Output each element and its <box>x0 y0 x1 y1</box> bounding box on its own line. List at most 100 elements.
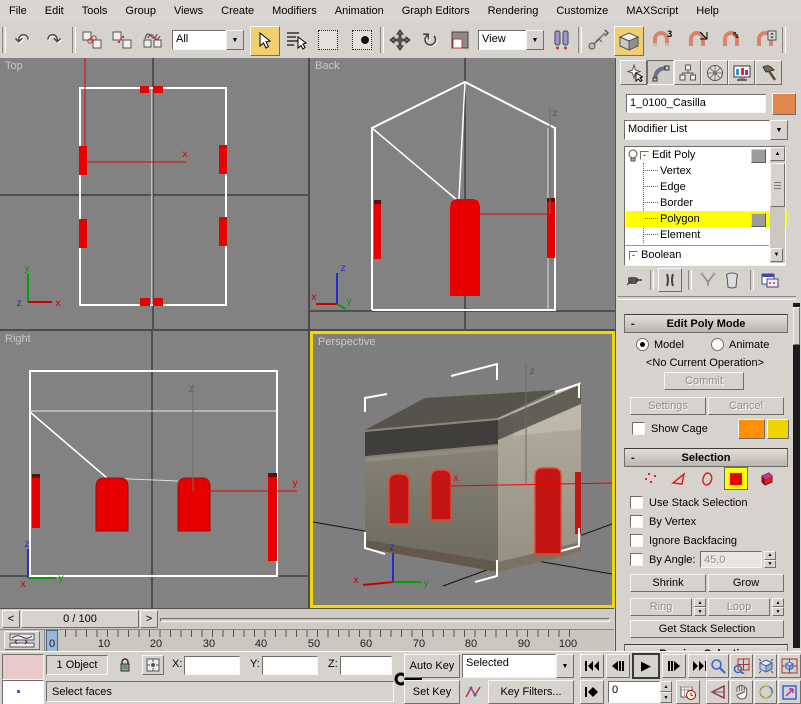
next-frame-button[interactable] <box>662 654 686 678</box>
time-slider-prev-button[interactable]: < <box>2 610 20 628</box>
menu-file[interactable]: File <box>0 2 36 20</box>
auto-key-button[interactable]: Auto Key <box>404 654 460 678</box>
stack-scrollbar[interactable]: ▲ ▼ <box>770 147 785 263</box>
time-slider-track[interactable] <box>160 618 610 622</box>
viewport-top[interactable]: Top x y x z <box>0 58 308 329</box>
menu-group[interactable]: Group <box>116 2 165 20</box>
default-in-out-tangents-button[interactable] <box>462 680 484 704</box>
selection-lock-toggle[interactable] <box>114 655 136 675</box>
tab-motion[interactable] <box>701 60 728 85</box>
stack-item-edit-poly[interactable]: - Edit Poly <box>626 147 754 163</box>
menu-modifiers[interactable]: Modifiers <box>263 2 326 20</box>
panel-scrollbar[interactable] <box>793 303 800 648</box>
snaps-toggle-button[interactable] <box>614 26 644 56</box>
vertex-subobject-button[interactable] <box>640 469 662 489</box>
spinner-down-icon[interactable]: ▼ <box>764 560 776 569</box>
commit-button[interactable]: Commit <box>664 372 744 390</box>
zoom-all-button[interactable] <box>730 654 753 678</box>
menu-create[interactable]: Create <box>212 2 263 20</box>
bind-to-space-warp-button[interactable] <box>138 27 166 53</box>
tab-hierarchy[interactable] <box>674 60 701 85</box>
menu-graph-editors[interactable]: Graph Editors <box>393 2 479 20</box>
spinner-up-icon[interactable]: ▲ <box>772 598 784 607</box>
rectangular-selection-region-button[interactable] <box>314 27 342 53</box>
time-slider-next-button[interactable]: > <box>140 610 158 628</box>
dropdown-arrow-icon[interactable]: ▼ <box>556 654 574 678</box>
time-slider-handle[interactable]: 0 / 100 <box>21 610 139 628</box>
cancel-button[interactable]: Cancel <box>708 397 784 415</box>
spinner-down-icon[interactable]: ▼ <box>660 692 672 703</box>
animate-radio[interactable]: Animate <box>711 338 769 351</box>
menu-rendering[interactable]: Rendering <box>479 2 548 20</box>
menu-edit[interactable]: Edit <box>36 2 73 20</box>
spinner-up-icon[interactable]: ▲ <box>660 681 672 692</box>
undo-button[interactable]: ↶ <box>8 27 36 53</box>
arc-rotate-button[interactable] <box>754 680 777 704</box>
show-cage-checkbox[interactable]: Show Cage <box>632 422 708 435</box>
configure-modifier-sets-button[interactable] <box>758 268 782 292</box>
spinner-snap-toggle-button[interactable] <box>752 27 780 53</box>
border-subobject-button[interactable] <box>696 469 718 489</box>
viewport-top-label[interactable]: Top <box>5 60 23 72</box>
tab-modify[interactable] <box>647 60 674 85</box>
absolute-offset-mode-toggle[interactable] <box>142 655 164 675</box>
menu-views[interactable]: Views <box>165 2 212 20</box>
rollout-edit-poly-mode[interactable]: - Edit Poly Mode <box>624 314 788 333</box>
play-animation-button[interactable]: ▶ <box>632 653 660 679</box>
pin-stack-button[interactable] <box>622 268 646 292</box>
cage-color-swatch[interactable] <box>738 419 765 439</box>
spinner-down-icon[interactable]: ▼ <box>694 607 706 616</box>
ring-spinner[interactable]: ▲▼ <box>694 598 706 616</box>
select-and-move-button[interactable] <box>386 27 414 53</box>
time-configuration-button[interactable] <box>676 680 700 704</box>
maximize-viewport-toggle-button[interactable] <box>778 680 801 704</box>
by-angle-spinner[interactable]: ▲▼ <box>764 551 776 568</box>
stack-item-element[interactable]: Element <box>626 227 773 243</box>
viewport-right-canvas[interactable]: y z z y x <box>0 331 308 608</box>
show-end-result-button[interactable] <box>658 268 682 292</box>
ring-button[interactable]: Ring <box>630 598 692 616</box>
use-pivot-point-center-button[interactable] <box>548 27 576 53</box>
scroll-down-icon[interactable]: ▼ <box>770 248 783 262</box>
scroll-up-icon[interactable]: ▲ <box>770 147 785 161</box>
key-filter-mode-dropdown[interactable]: Selected ▼ <box>462 654 574 678</box>
collapse-box-icon[interactable]: - <box>629 251 638 260</box>
rollout-selection[interactable]: - Selection <box>624 448 788 467</box>
spinner-up-icon[interactable]: ▲ <box>694 598 706 607</box>
loop-button[interactable]: Loop <box>708 598 770 616</box>
percent-snap-toggle-button[interactable]: % <box>718 27 746 53</box>
spinner-down-icon[interactable]: ▼ <box>772 607 784 616</box>
select-object-button[interactable] <box>250 26 280 56</box>
window-crossing-toggle-button[interactable] <box>348 27 376 53</box>
modifier-list-dropdown[interactable]: Modifier List ▼ <box>624 120 788 140</box>
use-stack-selection-checkbox[interactable]: Use Stack Selection <box>630 496 747 509</box>
zoom-extents-button[interactable] <box>754 654 777 678</box>
by-angle-field[interactable]: 45,0 <box>700 551 762 568</box>
key-filters-button[interactable]: Key Filters... <box>488 680 574 704</box>
select-and-link-button[interactable] <box>78 27 106 53</box>
visibility-bulb-icon[interactable] <box>627 149 639 162</box>
cage-selected-color-swatch[interactable] <box>767 419 789 439</box>
settings-button[interactable]: Settings <box>630 397 706 415</box>
collapse-box-icon[interactable]: - <box>640 151 649 160</box>
set-key-button[interactable]: Set Key <box>404 680 460 704</box>
select-by-name-button[interactable] <box>282 27 310 53</box>
by-angle-checkbox[interactable]: By Angle: <box>630 553 695 566</box>
menu-customize[interactable]: Customize <box>547 2 617 20</box>
tab-create[interactable] <box>620 60 647 85</box>
maxscript-mini-listener-pink[interactable] <box>2 654 44 680</box>
viewport-back[interactable]: Back z z x y <box>310 58 615 329</box>
go-to-start-button[interactable] <box>580 654 604 678</box>
viewport-back-canvas[interactable]: z z x y <box>310 58 615 329</box>
viewport-right-label[interactable]: Right <box>5 333 31 345</box>
select-and-rotate-button[interactable]: ↻ <box>416 27 444 53</box>
stack-item-boolean[interactable]: - Boolean <box>626 247 754 263</box>
tab-utilities[interactable] <box>755 60 782 85</box>
stack-item-border[interactable]: Border <box>626 195 773 211</box>
modifier-enable-square[interactable] <box>751 149 766 163</box>
dropdown-arrow-icon[interactable]: ▼ <box>226 30 244 50</box>
object-color-swatch[interactable] <box>772 93 796 115</box>
viewport-perspective-canvas[interactable]: x z z y x <box>313 334 612 605</box>
select-and-scale-button[interactable] <box>446 27 474 53</box>
maxscript-mini-listener-white[interactable] <box>2 680 44 704</box>
